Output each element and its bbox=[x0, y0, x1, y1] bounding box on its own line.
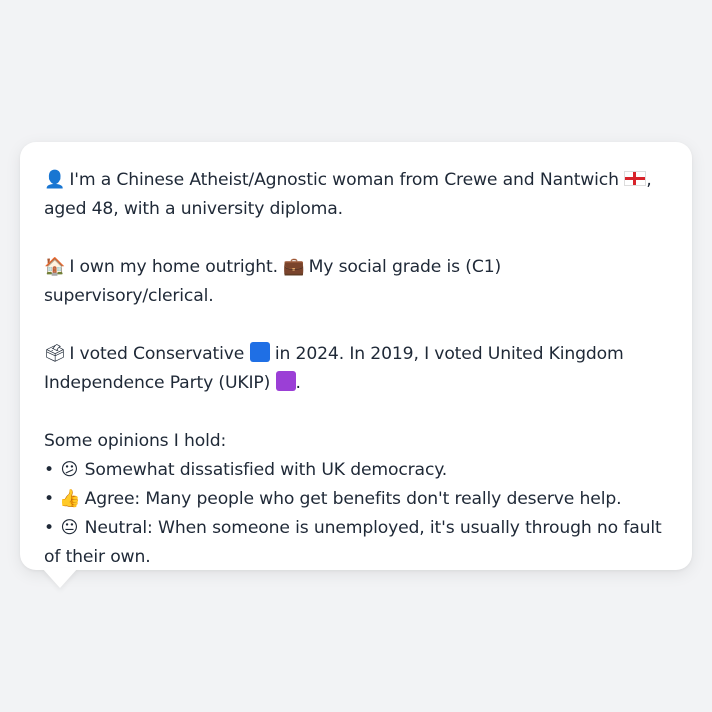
identity-text: I'm a Chinese Atheist/Agnostic woman fro… bbox=[69, 170, 619, 190]
opinion-item: • 😐 Neutral: When someone is unemployed,… bbox=[44, 514, 668, 572]
bullet: • bbox=[44, 489, 54, 509]
bubble-tail bbox=[42, 568, 78, 588]
briefcase-icon: 💼 bbox=[283, 257, 305, 277]
england-flag-icon bbox=[624, 171, 647, 186]
person-icon: 👤 bbox=[44, 170, 66, 190]
opinion-item: • 👍 Agree: Many people who get benefits … bbox=[44, 485, 668, 514]
opinion-text: Agree: Many people who get benefits don'… bbox=[84, 489, 622, 509]
bullet: • bbox=[44, 518, 54, 538]
conservative-color-square-icon bbox=[249, 342, 270, 362]
vote-text-end: . bbox=[295, 373, 301, 393]
confused-face-icon: 😕 bbox=[60, 460, 79, 480]
bullet: • bbox=[44, 460, 54, 480]
thumbs-up-icon: 👍 bbox=[59, 489, 81, 509]
ukip-color-square-icon bbox=[275, 371, 296, 391]
opinion-item: • 😕 Somewhat dissatisfied with UK democr… bbox=[44, 456, 668, 485]
house-icon: 🏠 bbox=[44, 257, 66, 277]
opinion-text: Somewhat dissatisfied with UK democracy. bbox=[84, 460, 448, 480]
opinions-heading: Some opinions I hold: bbox=[44, 431, 227, 451]
opinion-text: Neutral: When someone is unemployed, it'… bbox=[44, 518, 662, 567]
identity-paragraph: 👤 I'm a Chinese Atheist/Agnostic woman f… bbox=[44, 166, 668, 224]
persona-message-bubble: 👤 I'm a Chinese Atheist/Agnostic woman f… bbox=[20, 142, 692, 570]
home-text: I own my home outright. bbox=[69, 257, 278, 277]
neutral-face-icon: 😐 bbox=[60, 518, 79, 538]
ballot-box-icon: 🗳 bbox=[44, 344, 66, 364]
vote-paragraph: 🗳 I voted Conservative in 2024. In 2019,… bbox=[44, 340, 668, 398]
home-paragraph: 🏠 I own my home outright. 💼 My social gr… bbox=[44, 253, 668, 311]
vote-text: I voted Conservative bbox=[69, 344, 245, 364]
